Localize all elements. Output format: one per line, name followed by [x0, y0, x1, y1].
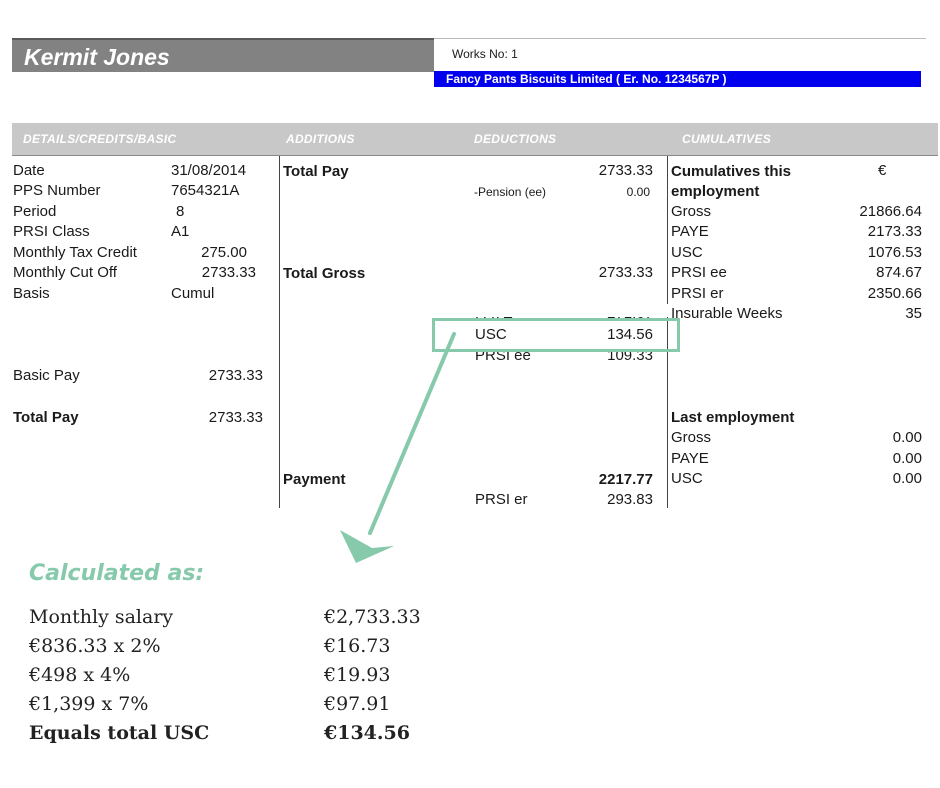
calc-row-label: Monthly salary	[29, 606, 174, 628]
calc-row-label: €1,399 x 7%	[29, 693, 149, 715]
calc-row-value: €19.93	[324, 664, 391, 686]
calculation-title: Calculated as:	[29, 561, 205, 586]
calc-row-value: €97.91	[324, 693, 391, 715]
calc-row-value: €16.73	[324, 635, 391, 657]
calc-total-value: €134.56	[324, 722, 410, 744]
pointer-arrow-icon	[340, 332, 456, 563]
calc-row-label: €498 x 4%	[29, 664, 131, 686]
calc-row-value: €2,733.33	[324, 606, 421, 628]
calc-row-label: €836.33 x 2%	[29, 635, 161, 657]
calc-total-label: Equals total USC	[29, 722, 210, 744]
